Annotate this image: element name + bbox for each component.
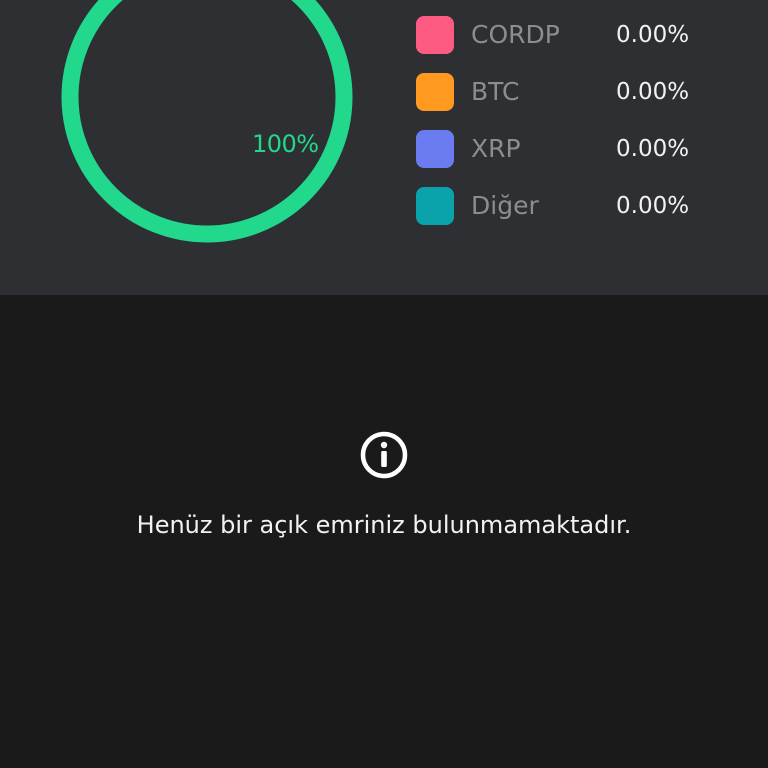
legend-name: XRP — [471, 134, 521, 163]
legend-value: 0.00% — [616, 79, 690, 105]
legend-value: 0.00% — [616, 22, 690, 48]
legend-name: CORDP — [471, 20, 560, 49]
legend-item-diger: Diğer 0.00% — [416, 187, 716, 227]
legend-name: Diğer — [471, 191, 539, 220]
legend-swatch — [416, 16, 454, 54]
donut-ring — [61, 0, 353, 243]
portfolio-distribution-panel: 100% CORDP 0.00% BTC 0.00% XRP 0.00% Diğ… — [0, 0, 768, 295]
legend-item-btc: BTC 0.00% — [416, 73, 716, 113]
legend-swatch — [416, 73, 454, 111]
donut-percent-label: 100% — [252, 130, 319, 158]
legend-name: BTC — [471, 77, 520, 106]
open-orders-empty-state: Henüz bir açık emriniz bulunmamaktadır. — [0, 295, 768, 768]
legend-value: 0.00% — [616, 136, 690, 162]
legend-swatch — [416, 130, 454, 168]
allocation-donut-chart — [61, 0, 353, 243]
legend-item-cordp: CORDP 0.00% — [416, 16, 716, 56]
empty-orders-message: Henüz bir açık emriniz bulunmamaktadır. — [136, 511, 632, 539]
legend-value: 0.00% — [616, 193, 690, 219]
legend-item-xrp: XRP 0.00% — [416, 130, 716, 170]
info-icon — [360, 431, 408, 479]
legend-swatch — [416, 187, 454, 225]
